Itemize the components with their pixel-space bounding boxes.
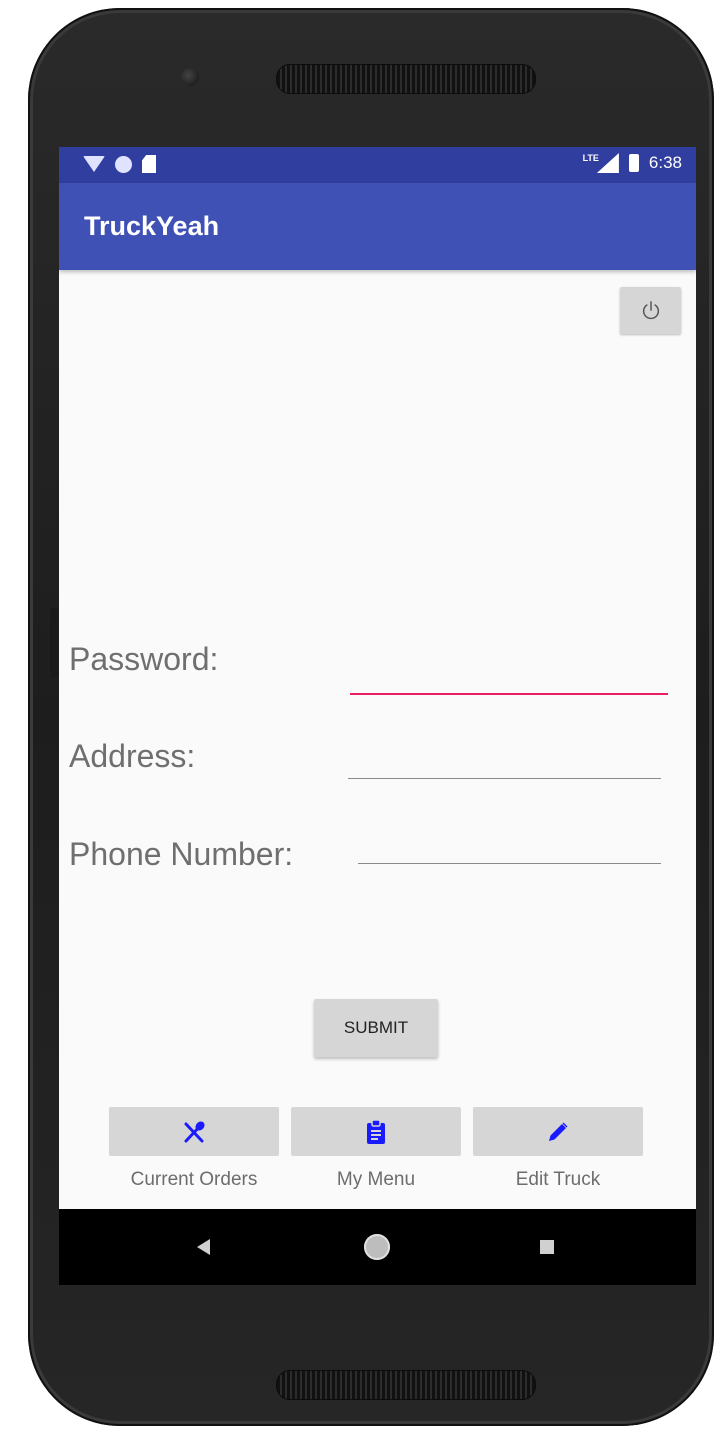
current-orders-label: Current Orders — [130, 1169, 258, 1190]
phone-side-button — [50, 608, 58, 678]
bottom-speaker — [276, 1370, 536, 1400]
sync-icon — [115, 155, 132, 173]
edit-truck-label: Edit Truck — [515, 1169, 601, 1190]
phone-number-field[interactable] — [358, 863, 661, 864]
status-time: 6:38 — [648, 153, 682, 172]
fork-spoon-icon — [184, 1120, 205, 1142]
system-navigation-bar — [59, 1209, 696, 1285]
recent-apps-icon[interactable] — [540, 1240, 554, 1254]
password-label: Password: — [69, 641, 219, 677]
password-field[interactable] — [350, 693, 668, 695]
status-bar: LTE 6:38 — [59, 147, 696, 183]
app-title: TruckYeah — [84, 211, 220, 241]
home-icon[interactable] — [364, 1234, 390, 1260]
address-field[interactable] — [348, 778, 661, 779]
wifi-icon — [83, 156, 105, 172]
my-menu-button[interactable] — [291, 1107, 461, 1156]
submit-button[interactable]: SUBMIT — [314, 999, 438, 1057]
signal-icon — [596, 153, 619, 173]
battery-icon — [628, 154, 639, 172]
top-speaker — [276, 64, 536, 94]
my-menu-label: My Menu — [336, 1169, 416, 1190]
logout-button[interactable] — [620, 287, 681, 334]
sd-card-icon — [142, 155, 156, 173]
current-orders-button[interactable] — [109, 1107, 279, 1156]
front-camera — [181, 68, 199, 86]
address-label: Address: — [69, 738, 196, 774]
back-icon[interactable] — [197, 1239, 210, 1255]
power-icon — [642, 300, 659, 319]
edit-truck-button[interactable] — [473, 1107, 643, 1156]
screen: LTE 6:38 TruckYeah Password: Address: Ph… — [59, 147, 696, 1285]
app-bar: TruckYeah — [59, 183, 696, 270]
network-type: LTE — [582, 153, 599, 163]
clipboard-icon — [367, 1118, 385, 1144]
phone-number-label: Phone Number: — [69, 836, 294, 872]
pencil-icon — [549, 1122, 568, 1141]
